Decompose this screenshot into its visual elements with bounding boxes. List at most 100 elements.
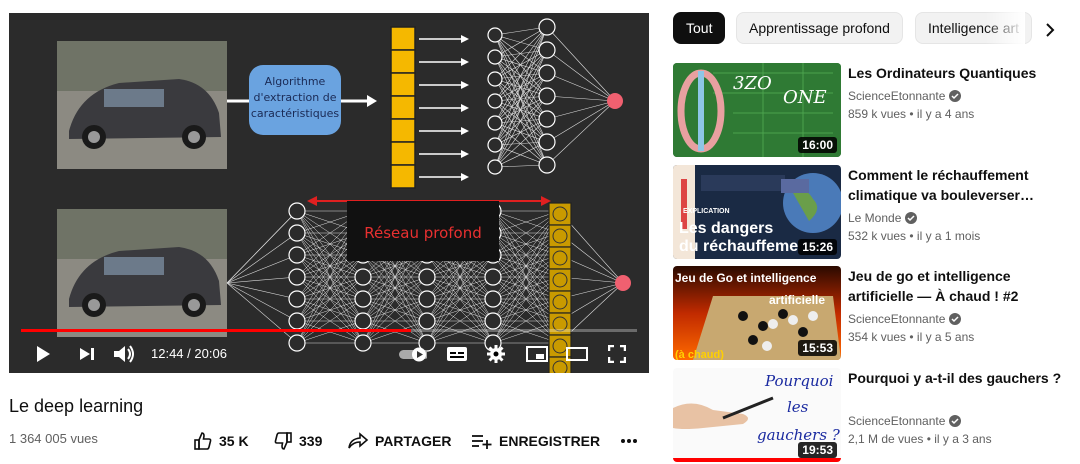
rec-meta: 354 k vues • il y a 5 ans: [848, 330, 975, 344]
recommendation-item[interactable]: 3ZO ONE 16:00 Les Ordinateurs Quantiques…: [673, 63, 1073, 159]
rec-title[interactable]: Les Ordinateurs Quantiques: [848, 63, 1068, 83]
feature-vector-top: [390, 26, 469, 189]
channel-name: ScienceEtonnante: [848, 414, 946, 428]
rec-channel[interactable]: ScienceEtonnante: [848, 414, 962, 428]
gear-icon: [487, 345, 505, 363]
thumb-text-2: artificielle: [769, 293, 825, 307]
box-label-3: caractéristiques: [251, 107, 340, 120]
fullscreen-button[interactable]: [603, 341, 631, 367]
rec-channel[interactable]: ScienceEtonnante: [848, 89, 962, 103]
neuron: [288, 268, 306, 286]
neuron: [538, 156, 556, 174]
duration-badge: 15:26: [798, 239, 837, 255]
video-frame: Algorithme d'extraction de caractéristiq…: [57, 18, 631, 373]
next-icon: [80, 348, 94, 360]
feature-cell: [390, 164, 416, 189]
miniplayer-icon: [526, 346, 548, 362]
feature-cell: [390, 95, 416, 120]
deep-network-label: Réseau profond: [364, 224, 482, 242]
rec-title[interactable]: Comment le réchauffement climatique va b…: [848, 165, 1068, 205]
recommendation-item[interactable]: Jeu de Go et intelligence artificielle (…: [673, 266, 1073, 362]
duration-badge: 15:53: [798, 340, 837, 356]
duration-badge: 16:00: [798, 137, 837, 153]
chip-deep-learning[interactable]: Apprentissage profond: [736, 12, 903, 44]
rec-channel[interactable]: ScienceEtonnante: [848, 312, 962, 326]
neuron: [487, 137, 503, 153]
dislike-button[interactable]: 339: [273, 430, 322, 452]
neuron: [288, 312, 306, 330]
recommendation-item[interactable]: Pourquoi les gauchers ? 19:53 Pourquoi y…: [673, 368, 1073, 464]
autoplay-toggle[interactable]: [399, 341, 427, 367]
neuron: [487, 27, 503, 43]
neuron: [354, 290, 372, 308]
like-count: 35 K: [219, 433, 249, 449]
neuron: [538, 133, 556, 151]
neuron: [538, 87, 556, 105]
feature-cell: [390, 141, 416, 166]
car-photo-bottom: [57, 209, 227, 337]
feature-cell: [390, 49, 416, 74]
channel-name: ScienceEtonnante: [848, 89, 946, 103]
feature-cell: [548, 246, 572, 270]
view-count: 1 364 005 vues: [9, 431, 98, 446]
recommendation-item[interactable]: EXPLICATION Les dangers du réchauffeme 1…: [673, 165, 1073, 261]
neuron: [538, 110, 556, 128]
share-button[interactable]: PARTAGER: [347, 430, 451, 452]
progress-fill: [21, 329, 411, 332]
neuron: [418, 312, 436, 330]
subtitles-icon: [447, 347, 467, 361]
volume-button[interactable]: [111, 341, 139, 367]
thumb-tag: EXPLICATION: [683, 208, 730, 215]
rec-meta: 2,1 M de vues • il y a 3 ans: [848, 432, 992, 446]
share-label: PARTAGER: [375, 433, 452, 449]
channel-name: ScienceEtonnante: [848, 312, 946, 326]
feature-cell: [548, 202, 572, 226]
video-player[interactable]: Algorithme d'extraction de caractéristiq…: [9, 13, 649, 373]
rec-title[interactable]: Jeu de go et intelligence artificielle —…: [848, 266, 1068, 306]
settings-button[interactable]: [482, 341, 510, 367]
theater-button[interactable]: [563, 341, 591, 367]
neuron: [288, 224, 306, 242]
feature-cell: [390, 72, 416, 97]
neuron: [487, 93, 503, 109]
neuron: [288, 246, 306, 264]
like-button[interactable]: 35 K: [193, 430, 249, 452]
neuron: [418, 290, 436, 308]
neuron: [487, 71, 503, 87]
verified-icon: [905, 212, 918, 224]
neuron: [538, 41, 556, 59]
autoplay-icon: [399, 347, 427, 362]
chips-next-button[interactable]: [1036, 16, 1064, 44]
miniplayer-button[interactable]: [523, 341, 551, 367]
neuron: [484, 312, 502, 330]
feature-cell: [548, 290, 572, 314]
rec-meta: 859 k vues • il y a 4 ans: [848, 107, 975, 121]
svg-text:3ZO: 3ZO: [733, 73, 772, 94]
thumb-text-1: Les dangers: [679, 220, 773, 237]
more-horizontal-icon: [621, 439, 637, 443]
neuron: [418, 268, 436, 286]
chip-all[interactable]: Tout: [673, 12, 726, 44]
box-label-1: Algorithme: [265, 75, 326, 88]
thumbs-down-icon: [274, 432, 292, 450]
save-label: ENREGISTRER: [499, 433, 601, 449]
time-display: 12:44 / 20:06: [151, 346, 227, 361]
theater-icon: [566, 347, 588, 361]
verified-icon: [949, 313, 962, 325]
neuron: [484, 268, 502, 286]
subtitles-button[interactable]: [443, 341, 471, 367]
neuron: [487, 115, 503, 131]
save-button[interactable]: ENREGISTRER: [471, 430, 600, 452]
thumb-text-2: les: [787, 398, 809, 416]
more-actions-button[interactable]: [620, 430, 638, 452]
feature-cell: [548, 268, 572, 292]
neuron: [487, 49, 503, 65]
neuron: [354, 312, 372, 330]
play-icon: [37, 346, 50, 362]
verified-icon: [949, 90, 962, 102]
rec-channel[interactable]: Le Monde: [848, 211, 918, 225]
rec-title[interactable]: Pourquoi y a-t-il des gauchers ?: [848, 368, 1068, 388]
play-button[interactable]: [29, 341, 57, 367]
next-button[interactable]: [73, 341, 101, 367]
time-total: 20:06: [194, 346, 227, 361]
